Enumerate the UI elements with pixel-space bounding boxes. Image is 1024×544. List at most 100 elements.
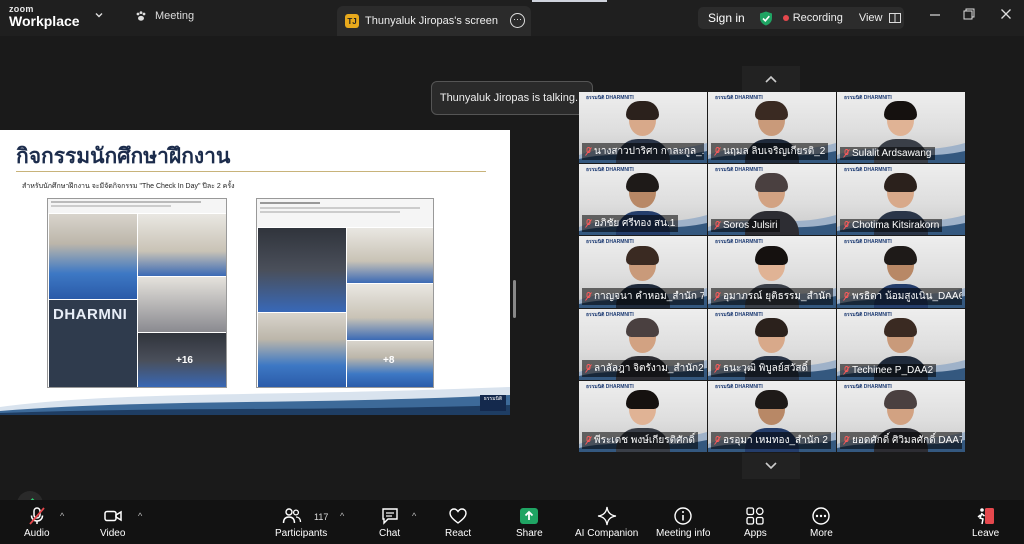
exit-door-icon <box>977 508 994 525</box>
presenter-initials-icon: TJ <box>345 14 359 28</box>
participant-name: ธนะวุฒิ พิบูลย์สวัสดิ์ <box>723 362 808 374</box>
participant-tile[interactable]: ธรรมนิติ DHARMNITI Sulalit Ardsawang <box>837 92 965 164</box>
photo-classroom <box>138 277 226 332</box>
mic-muted-icon <box>843 291 850 301</box>
photo-seated: +8 <box>347 341 433 387</box>
share-button[interactable]: Share <box>516 506 543 539</box>
more-options-icon[interactable]: ··· <box>510 13 525 28</box>
photo-individual: +16 <box>138 333 226 387</box>
participant-name: ยอดศักดิ์ ศิวิมลศักดิ์ DAA7 <box>852 434 962 446</box>
ai-companion-button[interactable]: AI Companion <box>575 506 638 539</box>
participant-name-label: ธนะวุฒิ พิบูลย์สวัสดิ์ <box>711 359 811 377</box>
meeting-menu[interactable]: Meeting <box>135 10 194 22</box>
mic-muted-icon <box>843 365 850 375</box>
participants-caret-icon[interactable]: ^ <box>340 511 344 521</box>
chat-label: Chat <box>379 528 401 539</box>
participant-tile[interactable]: ธรรมนิติ DHARMNITI อภิชัย ศรีทอง สน.1 <box>579 164 707 236</box>
post-left-header <box>48 199 226 213</box>
post-right-header <box>257 199 433 227</box>
participant-name-label: อรอุมา เหมทอง_สำนัก 2 <box>711 431 831 449</box>
audio-caret-icon[interactable]: ^ <box>60 511 64 521</box>
screen-share-tab[interactable]: TJ Thunyaluk Jiropas's screen ··· <box>337 6 531 36</box>
participant-name-label: อภิชัย ศรีทอง สน.1 <box>582 215 679 233</box>
participant-name: ลาลัลฎา จิตรังาม_สำนัก2 <box>594 362 704 374</box>
chat-button[interactable]: Chat <box>379 506 400 539</box>
meeting-info-button[interactable]: Meeting info <box>656 506 710 539</box>
apps-icon <box>746 507 765 525</box>
gallery-down-button[interactable] <box>742 453 800 479</box>
chevron-down-icon[interactable] <box>95 11 103 19</box>
participant-tile[interactable]: ธรรมนิติ DHARMNITI พีระเดช พงษ์เกียรติศัก… <box>579 380 707 452</box>
view-button[interactable]: View <box>859 12 901 24</box>
participant-tile[interactable]: ธรรมนิติ DHARMNITI นฤมล ลิบเจริญเกียรติ_2 <box>708 92 836 164</box>
participants-button[interactable]: Participants <box>275 506 327 539</box>
photo-pose <box>347 284 433 340</box>
chat-icon <box>381 508 398 525</box>
participant-tile[interactable]: ธรรมนิติ DHARMNITI Chotima Kitsirakorn <box>837 164 965 236</box>
share-screen-icon <box>520 508 539 524</box>
shield-check-icon[interactable] <box>759 11 773 26</box>
participant-name-label: Sulalit Ardsawang <box>840 147 935 161</box>
title-bar: zoom Workplace Meeting TJ Thunyaluk Jiro… <box>0 0 1024 36</box>
leave-button[interactable]: Leave <box>972 506 999 539</box>
more-dots-icon <box>812 507 831 525</box>
zoom-workplace-logo: zoom Workplace <box>9 5 80 29</box>
mic-muted-icon <box>714 147 721 156</box>
mic-muted-icon <box>843 149 850 158</box>
participant-tile[interactable]: ธรรมนิติ DHARMNITI Techinee P_DAA2 <box>837 308 965 380</box>
mic-muted-icon <box>585 436 592 445</box>
participant-name-label: อุมาภรณ์ ยุติธรรม_สำนัก 3 <box>711 287 833 305</box>
mic-muted-icon <box>714 291 721 301</box>
participant-name-label: ลาลัลฎา จิตรังาม_สำนัก2 <box>582 359 704 377</box>
participant-tile[interactable]: ธรรมนิติ DHARMNITI ธนะวุฒิ พิบูลย์สวัสดิ์ <box>708 308 836 380</box>
participant-name: พรธิดา น้อมสูงเนิน_DAA6 <box>852 290 962 302</box>
slide-wave-decoration <box>0 387 510 415</box>
photo-trio <box>138 214 226 276</box>
participants-icon <box>282 508 302 524</box>
participant-name: อภิชัย ศรีทอง สน.1 <box>594 218 676 230</box>
shared-slide: กิจกรรมนักศึกษาฝึกงาน สำหรับนักศึกษาฝึกง… <box>0 130 510 415</box>
participant-tile[interactable]: ธรรมนิติ DHARMNITI อุมาภรณ์ ยุติธรรม_สำนั… <box>708 236 836 308</box>
more-photos-count: +8 <box>383 355 395 366</box>
minimize-icon[interactable] <box>929 8 941 20</box>
meeting-info-label: Meeting info <box>656 528 711 539</box>
mic-muted-icon <box>843 221 850 231</box>
participant-name: Techinee P_DAA2 <box>852 364 934 376</box>
video-caret-icon[interactable]: ^ <box>138 511 142 521</box>
video-button[interactable]: Video <box>100 506 125 539</box>
chat-caret-icon[interactable]: ^ <box>412 511 416 521</box>
close-icon[interactable] <box>1000 8 1012 20</box>
audio-button[interactable]: Audio <box>24 506 50 539</box>
participant-tile[interactable]: ธรรมนิติ DHARMNITI อรอุมา เหมทอง_สำนัก 2 <box>708 380 836 452</box>
video-label: Video <box>100 528 126 539</box>
slide-title: กิจกรรมนักศึกษาฝึกงาน <box>16 143 231 168</box>
participant-tile[interactable]: ธรรมนิติ DHARMNITI ยอดศักดิ์ ศิวิมลศักดิ์… <box>837 380 965 452</box>
recording-indicator[interactable]: Recording <box>782 12 843 24</box>
mic-muted-icon <box>714 436 721 445</box>
post-left: DHARMNI +16 <box>47 198 227 388</box>
photo-lineup <box>258 313 346 387</box>
sign-in-button[interactable]: Sign in <box>708 11 745 25</box>
share-label: Share <box>516 528 543 539</box>
more-button[interactable]: More <box>810 506 833 539</box>
gallery-up-button[interactable] <box>742 66 800 92</box>
participant-tile[interactable]: ธรรมนิติ DHARMNITI นางสาวปาริศา กาละกูล_.… <box>579 92 707 164</box>
split-resize-handle[interactable] <box>513 280 516 318</box>
slide-corner-logo: ธรรมนิติ <box>480 395 506 411</box>
meeting-toolbar: Audio ^ Video ^ Participants 117 ^ Chat … <box>0 500 1024 544</box>
mic-muted-icon <box>29 507 45 525</box>
participant-name-label: Techinee P_DAA2 <box>840 363 937 377</box>
react-button[interactable]: React <box>445 506 471 539</box>
participant-tile[interactable]: ธรรมนิติ DHARMNITI พรธิดา น้อมสูงเนิน_DAA… <box>837 236 965 308</box>
sparkle-icon <box>597 506 616 526</box>
participant-count: 117 <box>314 512 329 522</box>
apps-button[interactable]: Apps <box>744 506 767 539</box>
meeting-label: Meeting <box>155 10 195 22</box>
restore-icon[interactable] <box>963 8 975 20</box>
photo-banner: DHARMNI <box>49 300 137 387</box>
photo-students-right <box>347 228 433 283</box>
participant-tile[interactable]: ธรรมนิติ DHARMNITI กาญจนา คำหอม_สำนัก 7 <box>579 236 707 308</box>
participant-tile[interactable]: ธรรมนิติ DHARMNITI ลาลัลฎา จิตรังาม_สำนัก… <box>579 308 707 380</box>
participant-tile[interactable]: ธรรมนิติ DHARMNITI Soros Julsiri <box>708 164 836 236</box>
recording-label: Recording <box>792 12 843 24</box>
